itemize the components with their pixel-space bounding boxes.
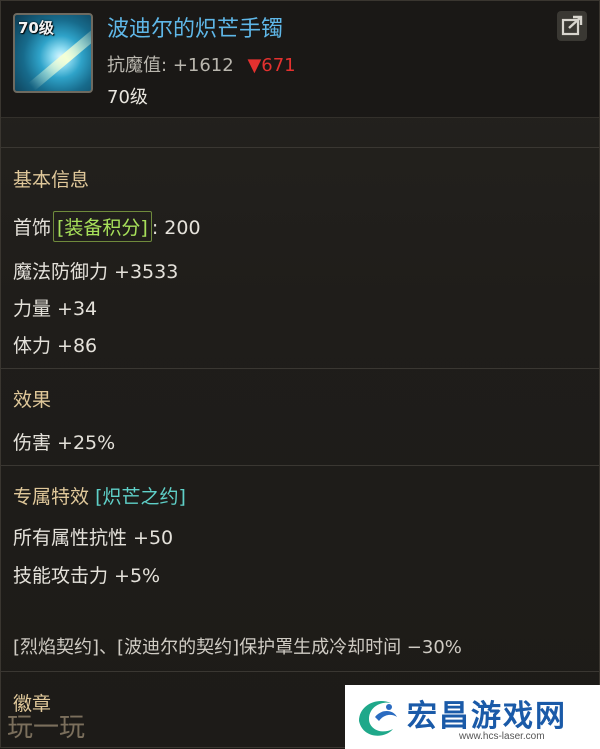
watermark-logo-url: www.hcs-laser.com <box>459 731 545 742</box>
divider <box>1 368 599 369</box>
watermark-logo-text: 宏昌游戏网 <box>407 700 567 733</box>
special-effect-name: [炽芒之约] <box>95 486 186 508</box>
basic-info-title: 基本信息 <box>13 169 90 191</box>
equip-score-tag[interactable]: [装备积分] <box>53 211 152 242</box>
resist-stat: 抗魔值: +1612 ▼671 <box>107 51 296 77</box>
resist-stat-diff: ▼671 <box>247 55 296 76</box>
item-name: 波迪尔的炽芒手镯 <box>107 17 284 42</box>
resist-stat-value: +1612 <box>172 55 234 76</box>
divider <box>1 465 599 466</box>
special-effect-line: 技能攻击力 +5% <box>13 565 161 587</box>
special-effect-header: 专属特效 [炽芒之约] <box>13 482 186 509</box>
divider <box>1 147 599 148</box>
stat-vitality: 体力 +86 <box>13 335 98 357</box>
share-icon[interactable] <box>557 11 587 41</box>
special-effect-line: 所有属性抗性 +50 <box>13 527 174 549</box>
effect-title: 效果 <box>13 389 52 411</box>
equip-score-value: : 200 <box>151 217 201 239</box>
stat-magic-def: 魔法防御力 +3533 <box>13 261 179 283</box>
divider <box>1 671 599 672</box>
item-header: 70级 波迪尔的炽芒手镯 抗魔值: +1612 ▼671 70级 <box>1 1 599 118</box>
equip-score-row: 首饰 [装备积分]: 200 <box>13 211 201 242</box>
item-tooltip: 70级 波迪尔的炽芒手镯 抗魔值: +1612 ▼671 70级 基本信息 首饰… <box>0 0 600 749</box>
resist-stat-label: 抗魔值: <box>107 55 168 76</box>
dragon-logo-icon <box>359 701 397 736</box>
effect-line: 伤害 +25% <box>13 432 116 454</box>
item-level: 70级 <box>107 87 148 108</box>
item-icon[interactable]: 70级 <box>13 13 93 93</box>
icon-level-badge: 70级 <box>18 19 54 37</box>
watermark-text: 玩一玩 <box>7 713 86 743</box>
watermark-logo: 宏昌游戏网 www.hcs-laser.com <box>345 685 600 749</box>
slot-label: 首饰 <box>13 217 52 239</box>
special-effect-description: [烈焰契约]、[波迪尔的契约]保护罩生成冷却时间 −30% <box>13 637 462 658</box>
special-effect-title: 专属特效 <box>13 486 90 508</box>
stat-strength: 力量 +34 <box>13 298 98 320</box>
